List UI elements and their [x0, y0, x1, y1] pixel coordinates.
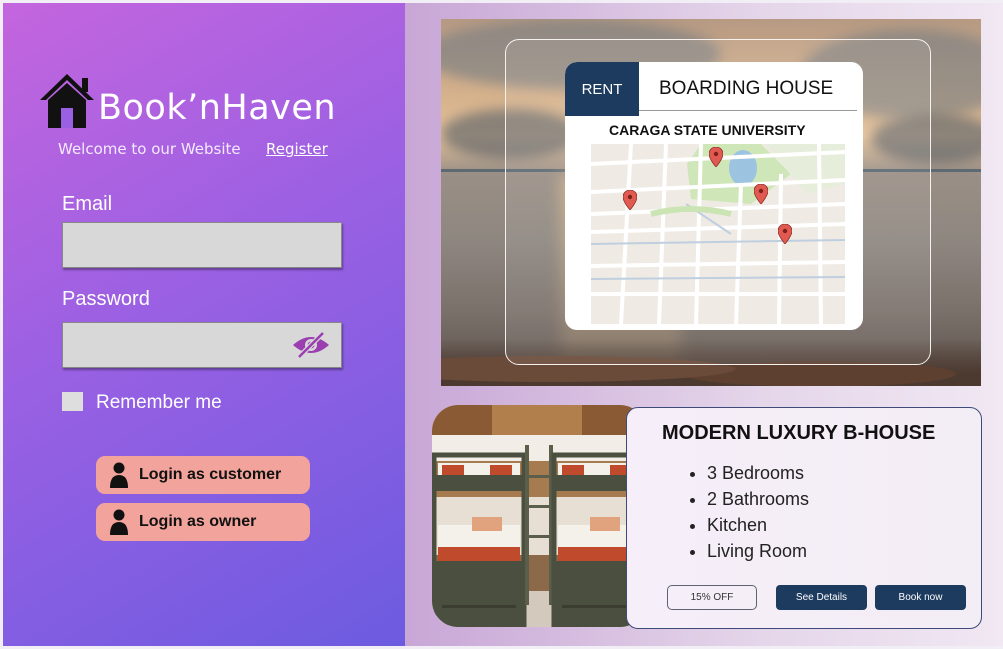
listing-card: MODERN LUXURY B-HOUSE 3 Bedrooms 2 Bathr…	[626, 407, 982, 629]
remember-checkbox[interactable]	[62, 392, 83, 411]
map-pin-icon[interactable]	[778, 224, 792, 244]
feature-item: Kitchen	[707, 512, 809, 538]
person-icon	[110, 462, 128, 488]
discount-badge: 15% OFF	[667, 585, 757, 610]
welcome-text: Welcome to our Website	[58, 140, 241, 158]
house-logo-icon	[40, 74, 94, 128]
map-pin-icon[interactable]	[709, 147, 723, 167]
email-label: Email	[62, 193, 113, 215]
feature-item: Living Room	[707, 538, 809, 564]
tab-divider	[639, 110, 857, 111]
register-link[interactable]: Register	[266, 140, 328, 158]
see-details-button[interactable]: See Details	[776, 585, 867, 610]
feature-item: 2 Bathrooms	[707, 486, 809, 512]
password-label: Password	[62, 288, 150, 310]
feature-list: 3 Bedrooms 2 Bathrooms Kitchen Living Ro…	[685, 460, 809, 564]
bunk-bed-illustration	[432, 405, 646, 627]
login-customer-label: Login as customer	[139, 466, 282, 483]
location-map[interactable]	[591, 144, 845, 324]
tab-rent[interactable]: RENT	[565, 62, 639, 116]
location-title: CARAGA STATE UNIVERSITY	[609, 122, 806, 138]
featured-card[interactable]: RENT BOARDING HOUSE CARAGA STATE UNIVERS…	[565, 62, 863, 330]
eye-off-icon[interactable]	[291, 331, 331, 359]
room-photo	[432, 405, 646, 627]
listing-title: MODERN LUXURY B-HOUSE	[662, 422, 936, 444]
login-customer-button[interactable]: Login as customer	[96, 456, 310, 494]
app-frame: Book’nHaven Welcome to our Website Regis…	[0, 0, 1003, 649]
map-graphic	[591, 144, 845, 324]
feature-item: 3 Bedrooms	[707, 460, 809, 486]
brand-name: Book’nHaven	[98, 88, 337, 128]
map-pin-icon[interactable]	[754, 184, 768, 204]
map-pin-icon[interactable]	[623, 190, 637, 210]
login-owner-label: Login as owner	[139, 513, 257, 530]
remember-label: Remember me	[96, 392, 222, 413]
login-owner-button[interactable]: Login as owner	[96, 503, 310, 541]
tab-boarding-house[interactable]: BOARDING HOUSE	[659, 78, 833, 100]
password-field[interactable]	[62, 322, 342, 368]
book-now-button[interactable]: Book now	[875, 585, 966, 610]
person-icon	[110, 509, 128, 535]
email-field[interactable]	[62, 222, 342, 268]
